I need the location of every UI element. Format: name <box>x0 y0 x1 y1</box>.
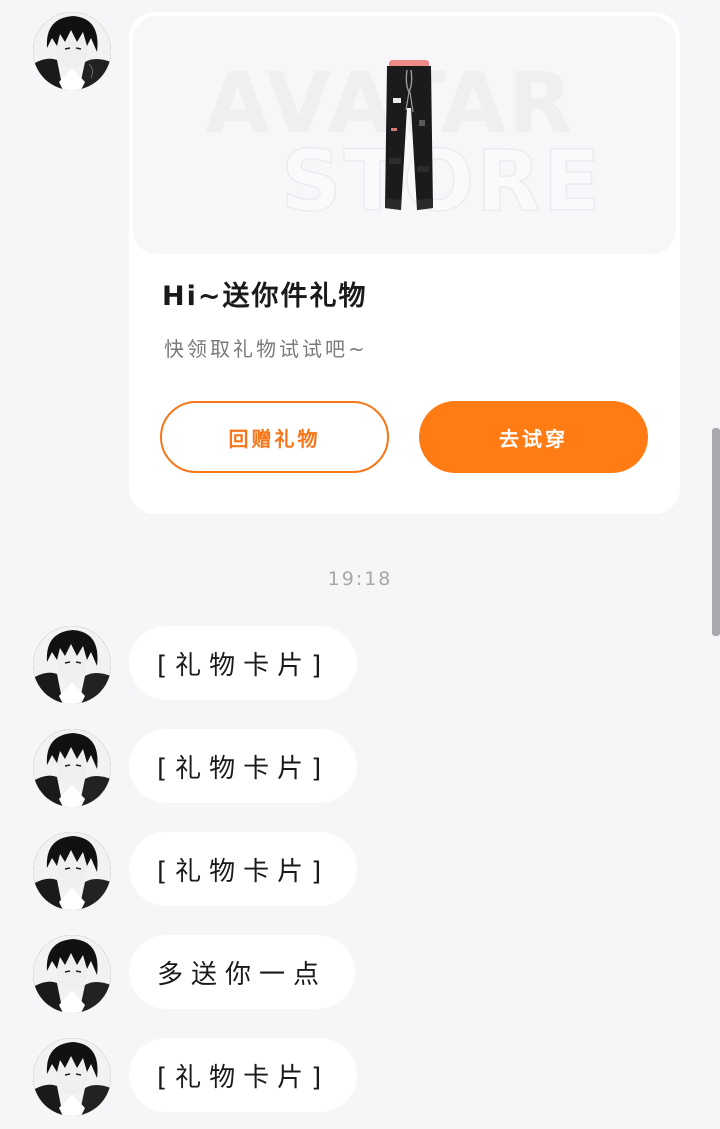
message-bubble[interactable]: 多送你一点 <box>129 935 356 1009</box>
sender-avatar[interactable] <box>33 729 111 807</box>
message-bubble[interactable]: [礼物卡片] <box>129 832 358 906</box>
scrollbar[interactable] <box>712 428 720 636</box>
gift-card-title: Hi~送你件礼物 <box>162 281 368 312</box>
message-timestamp: 19:18 <box>327 568 393 590</box>
message-bubble[interactable]: [礼物卡片] <box>129 1038 358 1112</box>
product-banner[interactable]: AVATAR STORE <box>133 16 676 254</box>
sender-avatar[interactable] <box>33 935 111 1013</box>
avatar-icon <box>33 729 111 807</box>
avatar-icon <box>33 1038 111 1116</box>
sender-avatar[interactable] <box>33 12 111 90</box>
gift-card-message[interactable]: AVATAR STORE Hi~送你件礼物 快领取礼物试试吧~ 回赠礼物 去试穿 <box>129 12 680 514</box>
sender-avatar[interactable] <box>33 832 111 910</box>
message-bubble[interactable]: [礼物卡片] <box>129 729 358 803</box>
avatar-icon <box>33 626 111 704</box>
gift-card-subtitle: 快领取礼物试试吧~ <box>164 337 368 361</box>
avatar-icon <box>33 12 111 90</box>
sender-avatar[interactable] <box>33 626 111 704</box>
try-on-button[interactable]: 去试穿 <box>419 401 648 473</box>
avatar-icon <box>33 832 111 910</box>
pants-product-icon <box>385 60 433 210</box>
banner-watermark-store: STORE <box>280 131 603 231</box>
chat-screen: AVATAR STORE Hi~送你件礼物 快领取礼物试试吧~ 回赠礼物 去试穿… <box>0 0 720 1129</box>
sender-avatar[interactable] <box>33 1038 111 1116</box>
message-bubble[interactable]: [礼物卡片] <box>129 626 358 700</box>
avatar-icon <box>33 935 111 1013</box>
return-gift-button[interactable]: 回赠礼物 <box>160 401 389 473</box>
